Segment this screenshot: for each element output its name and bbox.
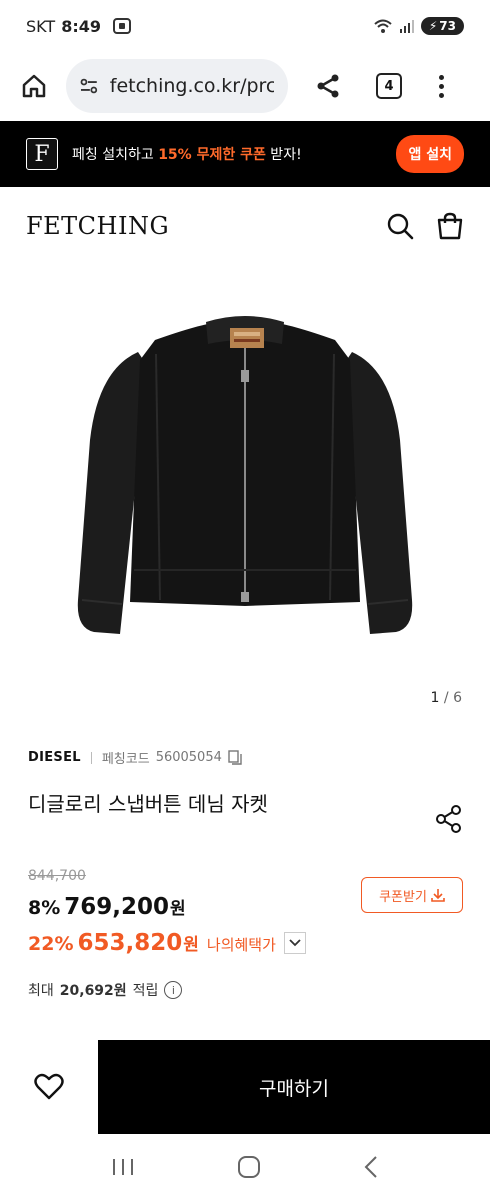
product-title: 디글로리 스냅버튼 데님 자켓	[28, 792, 268, 816]
battery-indicator: ⚡ 73	[420, 17, 464, 35]
sale-price: 769,200	[64, 894, 170, 920]
promo-text-after: 받자!	[265, 147, 302, 163]
signal-icon	[399, 20, 414, 33]
site-settings-icon[interactable]	[80, 78, 98, 94]
battery-level: 73	[439, 19, 456, 33]
chevron-down-icon	[289, 939, 301, 947]
copy-icon[interactable]	[228, 749, 242, 766]
home-icon	[22, 74, 46, 98]
image-separator: /	[443, 690, 449, 706]
image-total: 6	[453, 690, 462, 706]
share-icon	[317, 74, 339, 98]
status-bar: SKT 8:49 ⚡ 73	[0, 0, 490, 52]
app-install-banner: F 페칭 설치하고 15% 무제한 쿠폰 받자! 앱 설치	[0, 121, 490, 187]
points-prefix: 최대	[28, 983, 54, 999]
benefit-price: 653,820	[77, 930, 183, 956]
shopping-bag-icon[interactable]	[436, 212, 464, 240]
site-header: FETCHING	[0, 190, 490, 262]
brand-name[interactable]: DIESEL	[28, 750, 81, 765]
image-current: 1	[430, 690, 440, 706]
site-logo[interactable]: FETCHING	[26, 212, 169, 240]
browser-toolbar: fetching.co.kr/prc 4	[0, 52, 490, 120]
address-bar[interactable]: fetching.co.kr/prc	[66, 59, 288, 113]
product-code: 56005054	[155, 750, 222, 765]
coupon-label: 쿠폰받기	[379, 889, 427, 905]
benefit-price-row: 22% 653,820 원 나의혜택가	[28, 930, 306, 956]
wifi-icon	[374, 19, 392, 33]
promo-text-before: 페칭 설치하고	[72, 147, 159, 163]
wishlist-button[interactable]	[0, 1040, 98, 1134]
currency-unit: 원	[183, 935, 199, 955]
product-code-label: 페칭코드	[101, 752, 150, 767]
promo-highlight: 15% 무제한 쿠폰	[158, 147, 266, 163]
buy-button[interactable]: 구매하기	[98, 1040, 490, 1134]
discount-percent: 8%	[28, 897, 61, 919]
browser-share-button[interactable]	[310, 68, 346, 104]
heart-icon	[34, 1073, 64, 1100]
system-navigation-bar	[0, 1134, 490, 1200]
install-app-button[interactable]: 앱 설치	[396, 135, 464, 173]
recent-apps-icon[interactable]	[111, 1157, 135, 1177]
coupon-download-button[interactable]: 쿠폰받기	[361, 877, 463, 913]
image-counter: 1 / 6	[431, 690, 462, 706]
status-left: SKT 8:49	[26, 17, 131, 36]
download-icon	[431, 889, 445, 902]
promo-text: 페칭 설치하고 15% 무제한 쿠폰 받자!	[72, 144, 302, 164]
browser-menu-button[interactable]	[436, 74, 446, 98]
menu-dot	[438, 83, 444, 89]
clock: 8:49	[61, 16, 101, 36]
url-text: fetching.co.kr/prc	[109, 75, 274, 97]
share-icon[interactable]	[434, 804, 464, 834]
benefit-dropdown-button[interactable]	[283, 932, 306, 954]
app-logo: F	[26, 138, 58, 170]
header-icons	[386, 212, 464, 240]
points-suffix: 적립	[132, 983, 159, 999]
bolt-icon: ⚡	[428, 19, 438, 33]
divider	[90, 751, 92, 764]
points-amount: 20,692원	[59, 983, 127, 999]
search-icon[interactable]	[386, 212, 414, 240]
menu-dot	[438, 92, 444, 98]
original-price: 844,700	[28, 868, 86, 884]
screenshot-icon	[112, 18, 131, 34]
home-nav-icon[interactable]	[237, 1155, 261, 1179]
info-icon[interactable]: i	[164, 981, 183, 999]
currency-unit: 원	[170, 899, 186, 919]
carrier-label: SKT	[26, 16, 56, 36]
home-button[interactable]	[14, 66, 54, 106]
tab-switcher-button[interactable]: 4	[376, 73, 402, 99]
status-right: ⚡ 73	[373, 17, 464, 35]
back-icon[interactable]	[363, 1155, 379, 1179]
benefit-discount-percent: 22%	[28, 933, 74, 955]
benefit-label: 나의혜택가	[206, 936, 276, 954]
brand-row: DIESEL 페칭코드 56005054	[28, 748, 242, 767]
points-row: 최대 20,692원 적립 i	[28, 980, 183, 1000]
price-row: 8% 769,200 원	[28, 894, 186, 920]
menu-dot	[438, 74, 444, 80]
product-image[interactable]	[60, 300, 430, 650]
